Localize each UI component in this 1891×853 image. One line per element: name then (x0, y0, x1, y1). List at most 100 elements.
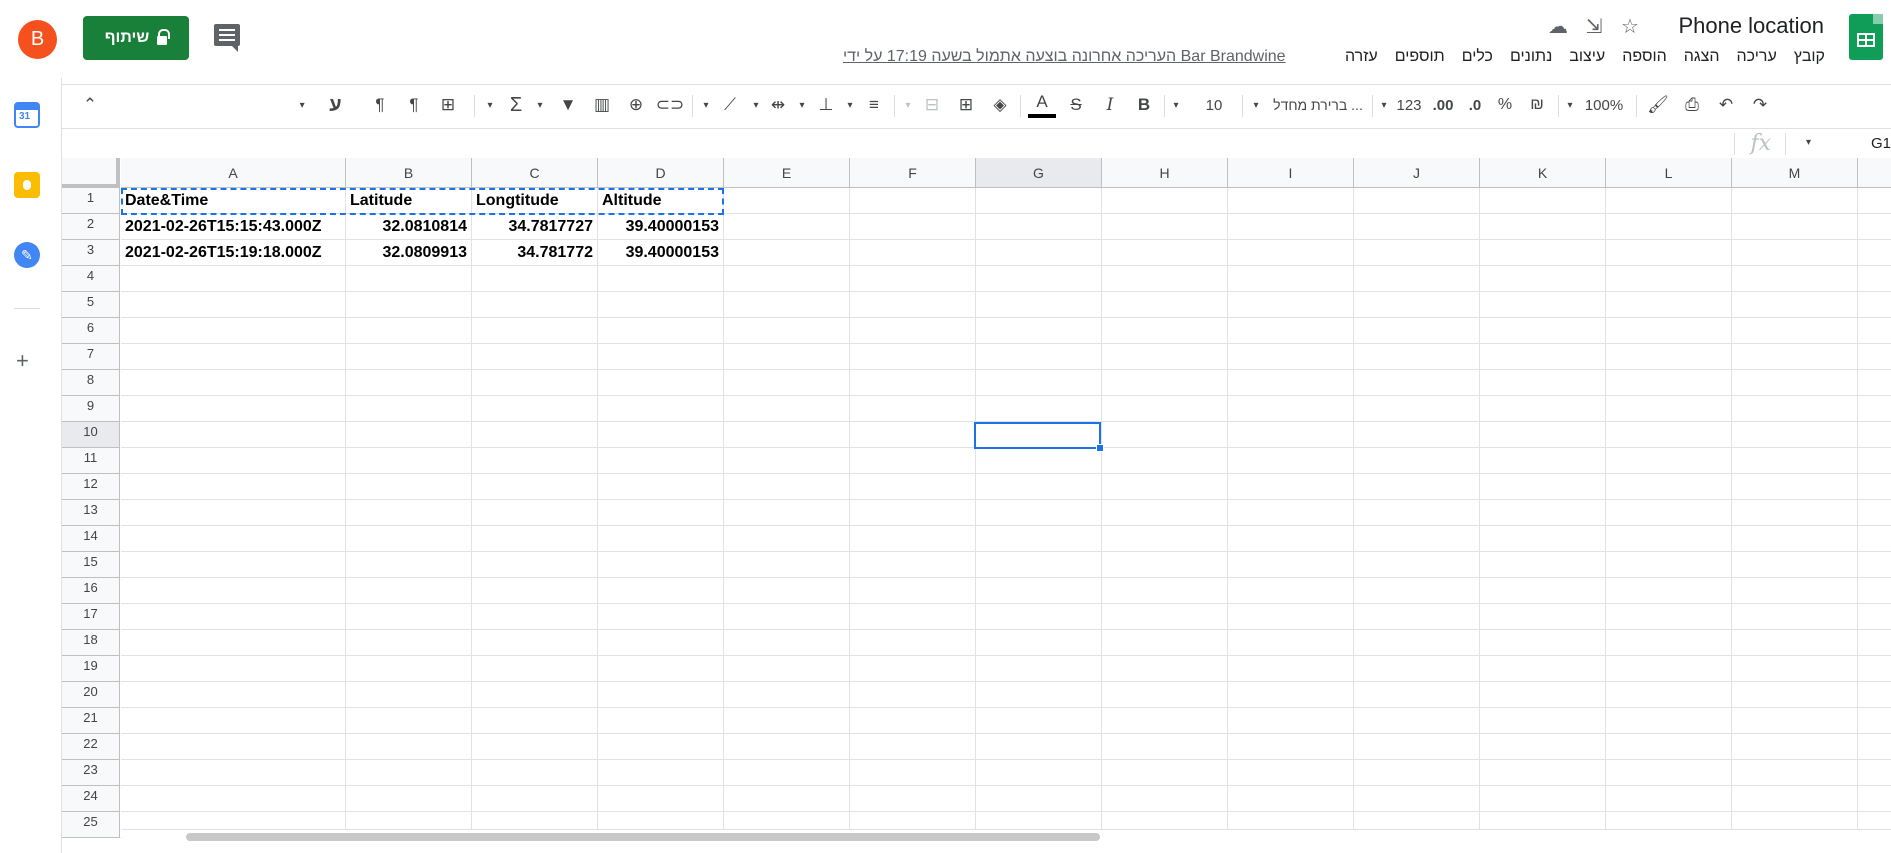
cell-F13[interactable] (850, 500, 976, 526)
cell-K10[interactable] (1480, 422, 1606, 448)
borders-icon[interactable]: ⊞ (952, 90, 980, 120)
cell-I18[interactable] (1228, 630, 1354, 656)
cell-F3[interactable] (850, 240, 976, 266)
cell-I9[interactable] (1228, 396, 1354, 422)
cell-C16[interactable] (472, 578, 598, 604)
cell-E14[interactable] (724, 526, 850, 552)
cell-C11[interactable] (472, 448, 598, 474)
cell-A17[interactable] (121, 604, 346, 630)
cell-G22[interactable] (976, 734, 1102, 760)
cell-M15[interactable] (1732, 552, 1858, 578)
column-header-a[interactable]: A (121, 158, 346, 188)
cell-partial[interactable] (1858, 448, 1891, 474)
cell-H12[interactable] (1102, 474, 1228, 500)
cell-B20[interactable] (346, 682, 472, 708)
cell-J20[interactable] (1354, 682, 1480, 708)
cell-F23[interactable] (850, 760, 976, 786)
cell-L8[interactable] (1606, 370, 1732, 396)
cell-E1[interactable] (724, 188, 850, 214)
column-header-g[interactable]: G (976, 158, 1102, 188)
name-box-dropdown[interactable]: ▾ (1806, 137, 1811, 148)
cell-L22[interactable] (1606, 734, 1732, 760)
cell-G12[interactable] (976, 474, 1102, 500)
cell-F9[interactable] (850, 396, 976, 422)
cell-H17[interactable] (1102, 604, 1228, 630)
row-header-15[interactable]: 15 (62, 552, 120, 578)
cell-F11[interactable] (850, 448, 976, 474)
cell-G24[interactable] (976, 786, 1102, 812)
cell-J13[interactable] (1354, 500, 1480, 526)
column-header-d[interactable]: D (598, 158, 724, 188)
collapse-menus-icon[interactable]: ⌃ (78, 90, 102, 120)
cell-F4[interactable] (850, 266, 976, 292)
cell-H14[interactable] (1102, 526, 1228, 552)
cell-A22[interactable] (121, 734, 346, 760)
horizontal-align-dropdown[interactable]: ▾ (842, 90, 858, 120)
cell-C2[interactable]: 34.7817727 (472, 214, 598, 240)
cell-K13[interactable] (1480, 500, 1606, 526)
cell-partial[interactable] (1858, 318, 1891, 344)
row-header-19[interactable]: 19 (62, 656, 120, 682)
cell-M14[interactable] (1732, 526, 1858, 552)
row-header-5[interactable]: 5 (62, 292, 120, 318)
cell-D21[interactable] (598, 708, 724, 734)
cell-G9[interactable] (976, 396, 1102, 422)
scrollbar-thumb[interactable] (186, 833, 1100, 841)
cell-H19[interactable] (1102, 656, 1228, 682)
cell-E4[interactable] (724, 266, 850, 292)
row-header-16[interactable]: 16 (62, 578, 120, 604)
cell-G6[interactable] (976, 318, 1102, 344)
cell-B9[interactable] (346, 396, 472, 422)
cell-F6[interactable] (850, 318, 976, 344)
cell-A19[interactable] (121, 656, 346, 682)
cell-G15[interactable] (976, 552, 1102, 578)
row-header-22[interactable]: 22 (62, 734, 120, 760)
cell-E8[interactable] (724, 370, 850, 396)
cell-A4[interactable] (121, 266, 346, 292)
cell-G8[interactable] (976, 370, 1102, 396)
comments-icon[interactable] (214, 24, 240, 52)
cell-H7[interactable] (1102, 344, 1228, 370)
cell-partial[interactable] (1858, 578, 1891, 604)
cell-C9[interactable] (472, 396, 598, 422)
cell-E11[interactable] (724, 448, 850, 474)
cell-E21[interactable] (724, 708, 850, 734)
cell-F1[interactable] (850, 188, 976, 214)
cell-C20[interactable] (472, 682, 598, 708)
cell-E22[interactable] (724, 734, 850, 760)
insert-chart-icon[interactable]: ▥ (588, 90, 616, 120)
merge-cells-icon[interactable]: ⊟ (918, 90, 946, 120)
percent-button[interactable]: % (1492, 90, 1518, 120)
vertical-align-dropdown[interactable]: ▾ (794, 90, 810, 120)
cell-M4[interactable] (1732, 266, 1858, 292)
cell-partial[interactable] (1858, 656, 1891, 682)
cell-B15[interactable] (346, 552, 472, 578)
column-header-e[interactable]: E (724, 158, 850, 188)
currency-button[interactable]: ₪ (1524, 90, 1550, 120)
cell-J1[interactable] (1354, 188, 1480, 214)
cell-A5[interactable] (121, 292, 346, 318)
insert-comment-icon[interactable]: ⊕ (622, 90, 650, 120)
cell-I14[interactable] (1228, 526, 1354, 552)
column-header-m[interactable]: M (1732, 158, 1858, 188)
cell-M7[interactable] (1732, 344, 1858, 370)
cell-H11[interactable] (1102, 448, 1228, 474)
share-button[interactable]: שיתוף (83, 16, 189, 60)
cell-partial[interactable] (1858, 708, 1891, 734)
cell-C3[interactable]: 34.781772 (472, 240, 598, 266)
cell-B18[interactable] (346, 630, 472, 656)
cell-J2[interactable] (1354, 214, 1480, 240)
cell-D1[interactable]: Altitude (598, 188, 724, 214)
cell-B24[interactable] (346, 786, 472, 812)
cell-G7[interactable] (976, 344, 1102, 370)
cell-partial[interactable] (1858, 682, 1891, 708)
cell-B2[interactable]: 32.0810814 (346, 214, 472, 240)
print-icon[interactable]: ⎙ (1678, 90, 1706, 120)
cell-A10[interactable] (121, 422, 346, 448)
cell-B14[interactable] (346, 526, 472, 552)
cell-D13[interactable] (598, 500, 724, 526)
cell-E18[interactable] (724, 630, 850, 656)
cell-B8[interactable] (346, 370, 472, 396)
cell-G17[interactable] (976, 604, 1102, 630)
menu-edit[interactable]: עריכה (1737, 48, 1777, 66)
